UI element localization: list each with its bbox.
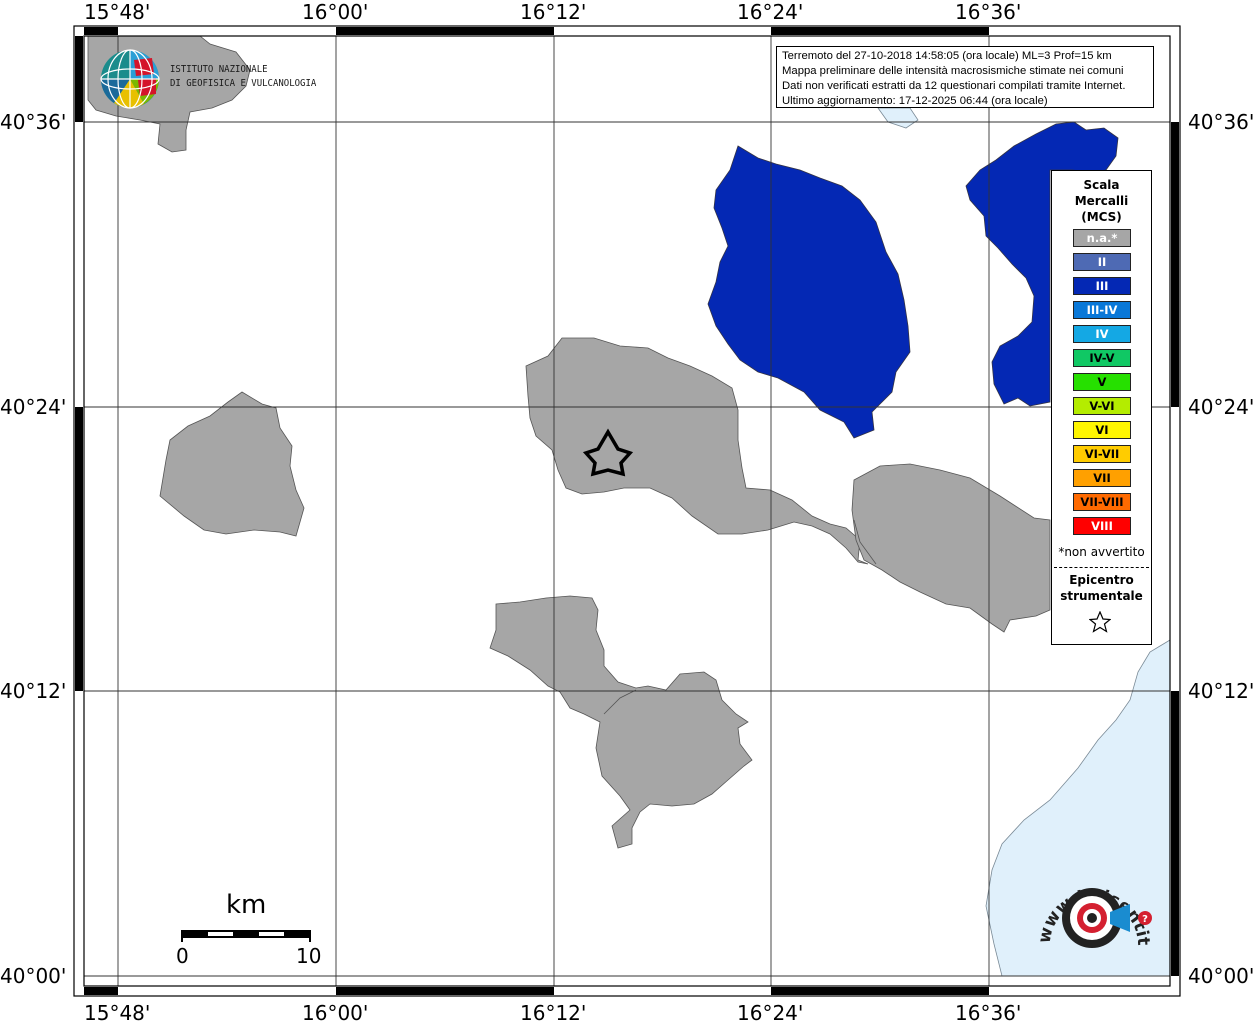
event-info-line: Ultimo aggiornamento: 17-12-2025 06:44 (… xyxy=(782,95,1048,107)
legend-swatch: VI-VII xyxy=(1073,445,1131,463)
lat-tick-left: 40°24' xyxy=(0,395,67,419)
legend-swatch: II xyxy=(1073,253,1131,271)
event-info-line: Mappa preliminare delle intensità macros… xyxy=(782,65,1124,77)
legend-epicenter-line: strumentale xyxy=(1060,589,1143,603)
event-info-box: Terremoto del 27-10-2018 14:58:05 (ora l… xyxy=(776,46,1154,108)
lon-tick-bottom: 16°00' xyxy=(302,1001,369,1025)
lon-tick-bottom: 16°36' xyxy=(955,1001,1022,1025)
haisentito-logo: www.haisentitoilterremoto.it ? xyxy=(1021,847,1160,972)
municipality-na xyxy=(851,463,1051,633)
mcs-legend: Scala Mercalli (MCS) n.a.* II III III-IV IV I… xyxy=(1051,170,1152,645)
lat-tick-left: 40°36' xyxy=(0,110,67,134)
lat-tick-right: 40°24' xyxy=(1188,395,1254,419)
scale-bar-unit: km xyxy=(226,890,267,920)
legend-swatch: III xyxy=(1073,277,1131,295)
lon-tick-top: 16°12' xyxy=(520,0,587,24)
scale-bar-max: 10 xyxy=(296,944,322,968)
legend-swatch: V xyxy=(1073,373,1131,391)
scale-bar-min: 0 xyxy=(176,944,189,968)
legend-star-icon xyxy=(1089,611,1111,633)
legend-swatch: V-VI xyxy=(1073,397,1131,415)
lat-tick-left: 40°00' xyxy=(0,964,67,988)
legend-swatch: VII-VIII xyxy=(1073,493,1131,511)
event-info-line: Dati non verificati estratti da 12 quest… xyxy=(782,80,1126,92)
ingv-logo: ISTITUTO NAZIONALE DI GEOFISICA E VULCAN… xyxy=(100,48,320,110)
legend-epicenter-line: Epicentro xyxy=(1069,573,1134,587)
scale-bar: km 0 10 xyxy=(170,890,330,970)
legend-swatch: IV-V xyxy=(1073,349,1131,367)
lat-tick-right: 40°12' xyxy=(1188,679,1254,703)
lat-tick-right: 40°36' xyxy=(1188,110,1254,134)
legend-swatch: VI xyxy=(1073,421,1131,439)
lat-tick-right: 40°00' xyxy=(1188,964,1254,988)
lon-tick-top: 15°48' xyxy=(84,0,151,24)
legend-swatch: IV xyxy=(1073,325,1131,343)
sea-area-north xyxy=(877,107,919,129)
municipality-iii xyxy=(707,145,911,439)
ingv-globe-icon xyxy=(100,49,160,109)
lon-tick-bottom: 16°12' xyxy=(520,1001,587,1025)
legend-separator xyxy=(1054,567,1149,568)
svg-text:?: ? xyxy=(1142,914,1148,925)
legend-swatch: VII xyxy=(1073,469,1131,487)
legend-title-line: Scala xyxy=(1083,178,1120,192)
legend-epicenter-label: Epicentro strumentale xyxy=(1052,572,1151,604)
legend-title: Scala Mercalli (MCS) xyxy=(1052,177,1151,225)
municipality-na xyxy=(159,391,305,537)
event-info-line: Terremoto del 27-10-2018 14:58:05 (ora l… xyxy=(782,50,1112,62)
legend-title-line: (MCS) xyxy=(1081,210,1122,224)
lon-tick-top: 16°00' xyxy=(302,0,369,24)
lat-tick-left: 40°12' xyxy=(0,679,67,703)
lon-tick-top: 16°36' xyxy=(955,0,1022,24)
legend-title-line: Mercalli xyxy=(1074,194,1129,208)
ingv-logo-line: ISTITUTO NAZIONALE xyxy=(170,64,268,75)
ingv-logo-line: DI GEOFISICA E VULCANOLOGIA xyxy=(170,78,317,89)
legend-swatch: III-IV xyxy=(1073,301,1131,319)
haisentito-target-icon: www.haisentitoilterremoto.it ? xyxy=(1021,847,1153,948)
legend-na-note: *non avvertito xyxy=(1058,545,1145,559)
municipality-na xyxy=(489,595,753,849)
scale-bar-graphic xyxy=(181,930,311,942)
lon-tick-bottom: 15°48' xyxy=(84,1001,151,1025)
lon-tick-top: 16°24' xyxy=(737,0,804,24)
lon-tick-bottom: 16°24' xyxy=(737,1001,804,1025)
legend-swatch: VIII xyxy=(1073,517,1131,535)
legend-swatch: n.a.* xyxy=(1073,229,1131,247)
